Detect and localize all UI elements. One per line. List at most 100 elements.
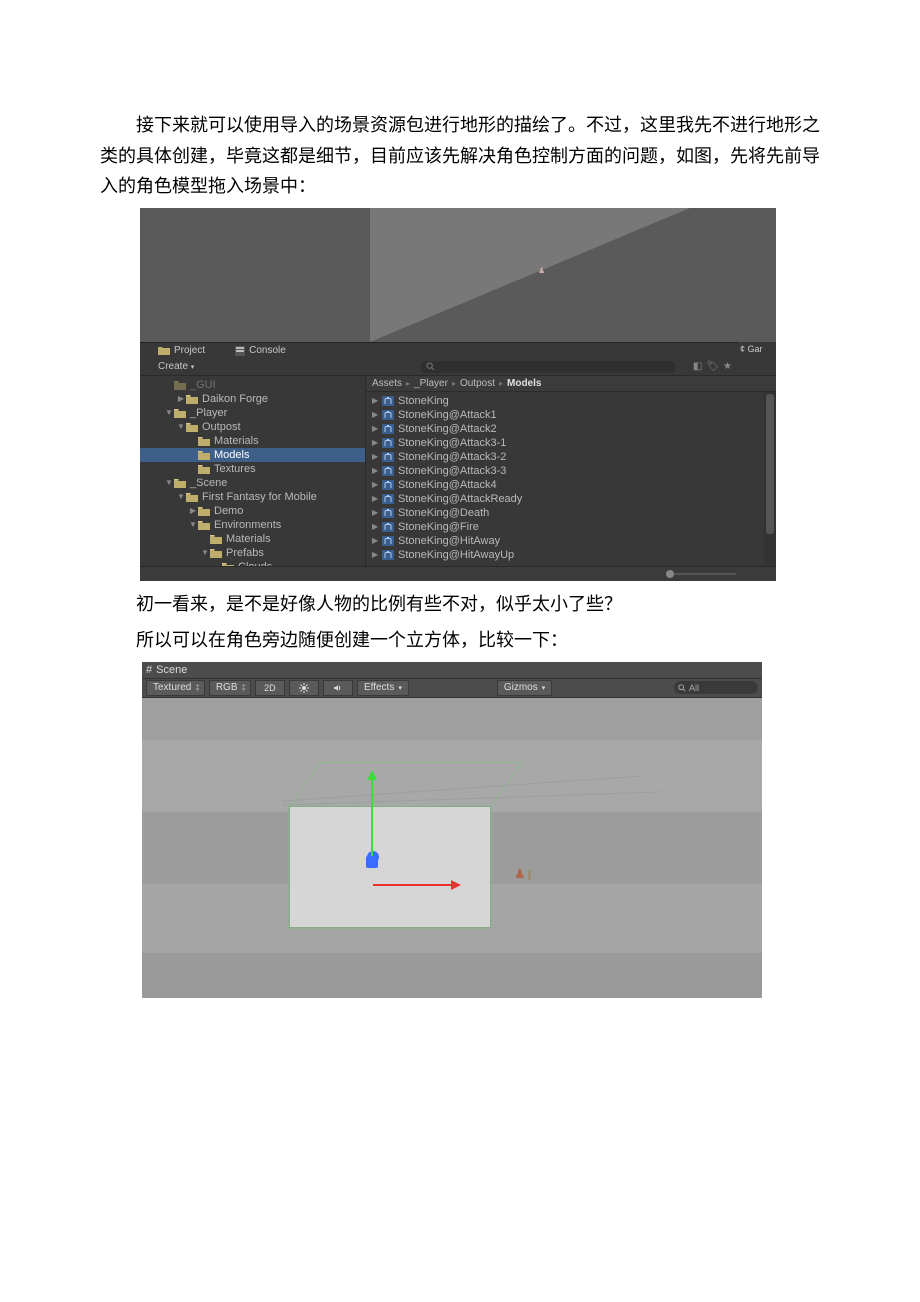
tree-item[interactable]: ▼First Fantasy for Mobile	[140, 490, 365, 504]
asset-item[interactable]: ▶ StoneKing@Death	[366, 506, 776, 520]
asset-item[interactable]: ▶StoneKing@Attack1	[366, 408, 776, 422]
tree-item[interactable]: Materials	[140, 434, 365, 448]
asset-item[interactable]: ▶ StoneKing@AttackReady	[366, 492, 776, 506]
breadcrumb-segment[interactable]: Assets	[372, 378, 402, 389]
effects-dropdown[interactable]: Effects▾	[357, 680, 409, 696]
audio-toggle[interactable]	[323, 680, 353, 696]
gizmo-y-axis[interactable]	[371, 778, 373, 856]
expand-chevron-icon[interactable]: ▼	[164, 408, 174, 417]
tree-item[interactable]: _GUI	[140, 378, 365, 392]
create-dropdown[interactable]: Create ▾	[140, 361, 194, 372]
folder-tree[interactable]: _GUI▶Daikon Forge▼_Player▼OutpostMateria…	[140, 376, 365, 566]
gizmo-x-axis[interactable]	[373, 884, 453, 886]
asset-item[interactable]: ▶ StoneKing	[366, 394, 776, 408]
tree-item[interactable]: ▼Outpost	[140, 420, 365, 434]
model-icon	[382, 410, 394, 420]
tree-item[interactable]: Textures	[140, 462, 365, 476]
expand-chevron-icon[interactable]: ▼	[200, 548, 210, 557]
color-mode-dropdown[interactable]: RGB‡	[209, 680, 251, 696]
model-icon	[382, 424, 394, 434]
filter-icon[interactable]: ◧	[693, 361, 702, 372]
asset-item[interactable]: ▶ StoneKing@Attack4	[366, 478, 776, 492]
gizmo-origin[interactable]	[367, 851, 379, 863]
breadcrumb-segment[interactable]: Outpost	[460, 378, 495, 389]
project-footer	[140, 566, 776, 581]
paragraph-2: 初一看来，是不是好像人物的比例有些不对，似乎太小了些？	[100, 589, 820, 620]
tree-item[interactable]: ▼ Environments	[140, 518, 365, 532]
tab-console[interactable]: Console	[235, 345, 286, 356]
expand-chevron-icon[interactable]: ▶	[188, 506, 198, 515]
asset-item[interactable]: ▶StoneKing@Attack3-2	[366, 450, 776, 464]
expand-chevron-icon[interactable]: ▶	[372, 410, 382, 419]
unity-scene-view-screenshot: #Scene Textured‡ RGB‡ 2D Effects▾ Gizmos…	[142, 662, 762, 998]
scene-tab[interactable]: #Scene	[142, 662, 762, 679]
tree-item[interactable]: ▼_Scene	[140, 476, 365, 490]
asset-label: StoneKing	[398, 395, 449, 407]
tree-item[interactable]: ▼Prefabs	[140, 546, 365, 560]
asset-label: StoneKing@Death	[398, 507, 489, 519]
tree-item-label: Environments	[214, 519, 281, 531]
expand-chevron-icon[interactable]: ▼	[164, 478, 174, 487]
expand-chevron-icon[interactable]: ▶	[372, 480, 382, 489]
model-icon	[382, 508, 394, 518]
folder-icon	[174, 478, 186, 488]
favorite-icon[interactable]: ★	[723, 361, 732, 372]
2d-toggle[interactable]: 2D	[255, 680, 285, 696]
project-search-input[interactable]	[420, 361, 676, 373]
tree-item[interactable]: ▼_Player	[140, 406, 365, 420]
asset-label: StoneKing@AttackReady	[398, 493, 522, 505]
cube-object[interactable]	[289, 806, 491, 928]
asset-item[interactable]: ▶StoneKing@HitAway	[366, 534, 776, 548]
tab-project[interactable]: Project	[158, 345, 205, 356]
expand-chevron-icon[interactable]: ▶	[372, 424, 382, 433]
tree-item-label: Materials	[226, 533, 271, 545]
scene-search-input[interactable]: All	[674, 681, 758, 694]
asset-list[interactable]: ▶StoneKing▶StoneKing@Attack1▶StoneKing@A…	[366, 392, 776, 566]
folder-icon	[198, 436, 210, 446]
breadcrumb-segment[interactable]: _Player	[414, 378, 448, 389]
paragraph-3: 所以可以在角色旁边随便创建一个立方体，比较一下：	[100, 625, 820, 656]
expand-chevron-icon[interactable]: ▶	[372, 438, 382, 447]
model-icon	[382, 438, 394, 448]
lighting-toggle[interactable]	[289, 680, 319, 696]
expand-chevron-icon[interactable]: ▶	[372, 466, 382, 475]
asset-item[interactable]: ▶StoneKing@HitAwayUp	[366, 548, 776, 562]
model-icon	[382, 396, 394, 406]
asset-label: StoneKing@Attack4	[398, 479, 497, 491]
expand-chevron-icon[interactable]: ▼	[188, 520, 198, 529]
expand-chevron-icon[interactable]: ▼	[176, 422, 186, 431]
expand-chevron-icon[interactable]: ▶	[372, 452, 382, 461]
expand-chevron-icon[interactable]: ▶	[372, 396, 382, 405]
asset-item[interactable]: ▶StoneKing@Attack3-1	[366, 436, 776, 450]
expand-chevron-icon[interactable]: ▶	[372, 494, 382, 503]
expand-chevron-icon[interactable]: ▼	[176, 492, 186, 501]
asset-item[interactable]: ▶ StoneKing@Attack3-3	[366, 464, 776, 478]
tree-item[interactable]: Models	[140, 448, 365, 462]
scene-viewport[interactable]: ♟	[142, 698, 762, 998]
expand-chevron-icon[interactable]: ▶	[372, 550, 382, 559]
scrollbar[interactable]	[764, 392, 776, 566]
folder-icon	[186, 492, 198, 502]
asset-item[interactable]: ▶StoneKing@Attack2	[366, 422, 776, 436]
breadcrumb-segment[interactable]: Models	[507, 378, 541, 389]
draw-mode-dropdown[interactable]: Textured‡	[146, 680, 205, 696]
tree-item-label: Daikon Forge	[202, 393, 268, 405]
model-icon	[382, 452, 394, 462]
tree-item[interactable]: Materials	[140, 532, 365, 546]
icon-size-slider[interactable]	[666, 573, 736, 575]
label-icon[interactable]: 🏷	[706, 361, 719, 372]
breadcrumb[interactable]: Assets▸_Player▸Outpost▸Models	[366, 376, 776, 392]
expand-chevron-icon[interactable]: ▶	[372, 522, 382, 531]
folder-icon	[198, 520, 210, 530]
gizmos-dropdown[interactable]: Gizmos▾	[497, 680, 552, 696]
expand-chevron-icon[interactable]: ▶	[176, 394, 186, 403]
folder-icon	[210, 534, 222, 544]
tree-item[interactable]: ▶ Daikon Forge	[140, 392, 365, 406]
model-icon	[382, 536, 394, 546]
character-model-icon[interactable]: ♟	[514, 866, 526, 882]
expand-chevron-icon[interactable]: ▶	[372, 536, 382, 545]
expand-chevron-icon[interactable]: ▶	[372, 508, 382, 517]
tree-item[interactable]: ▶Demo	[140, 504, 365, 518]
asset-label: StoneKing@Attack3-3	[398, 465, 506, 477]
asset-item[interactable]: ▶StoneKing@Fire	[366, 520, 776, 534]
